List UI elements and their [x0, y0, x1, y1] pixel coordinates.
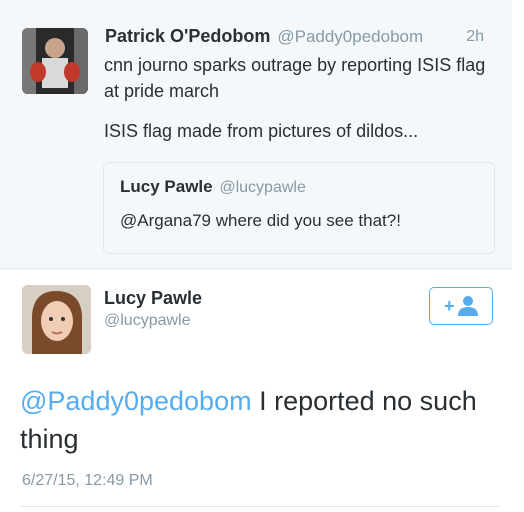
svg-text:+: + [444, 296, 455, 316]
quote-author-handle: @lucypawle [219, 179, 306, 196]
tweet-author-name[interactable]: Lucy Pawle [104, 288, 202, 309]
quote-author-name: Lucy Pawle [120, 177, 213, 196]
avatar-image [22, 28, 88, 94]
divider [20, 506, 500, 507]
tweet-timestamp[interactable]: 6/27/15, 12:49 PM [22, 472, 153, 490]
mention-link[interactable]: @Paddy0pedobom [20, 386, 252, 416]
tweet-text: cnn journo sparks outrage by reporting I… [104, 52, 494, 144]
author-name[interactable]: Patrick O'Pedobom [105, 26, 270, 46]
tweet-author[interactable]: Patrick O'Pedobom @Paddy0pedobom [105, 26, 423, 47]
add-user-icon: + [444, 296, 478, 316]
quote-text: @Argana79 where did you see that?! [120, 211, 401, 230]
follow-button[interactable]: + [429, 287, 493, 325]
tweet-time[interactable]: 2h [466, 28, 484, 46]
avatar[interactable] [22, 28, 88, 94]
tweet-text-line: cnn journo sparks outrage by reporting I… [104, 55, 486, 101]
avatar-image [22, 285, 91, 354]
author-handle[interactable]: @Paddy0pedobom [277, 27, 423, 46]
avatar[interactable] [22, 285, 91, 354]
quote-author: Lucy Pawle @lucypawle [120, 177, 306, 197]
tweet-text-line: ISIS flag made from pictures of dildos..… [104, 121, 419, 141]
quoted-tweet-panel[interactable]: Patrick O'Pedobom @Paddy0pedobom 2h cnn … [0, 0, 512, 269]
embedded-quote-card[interactable]: Lucy Pawle @lucypawle @Argana79 where di… [103, 162, 495, 254]
tweet-author-handle[interactable]: @lucypawle [104, 312, 191, 330]
tweet-body: @Paddy0pedobom I reported no such thing [20, 382, 500, 458]
